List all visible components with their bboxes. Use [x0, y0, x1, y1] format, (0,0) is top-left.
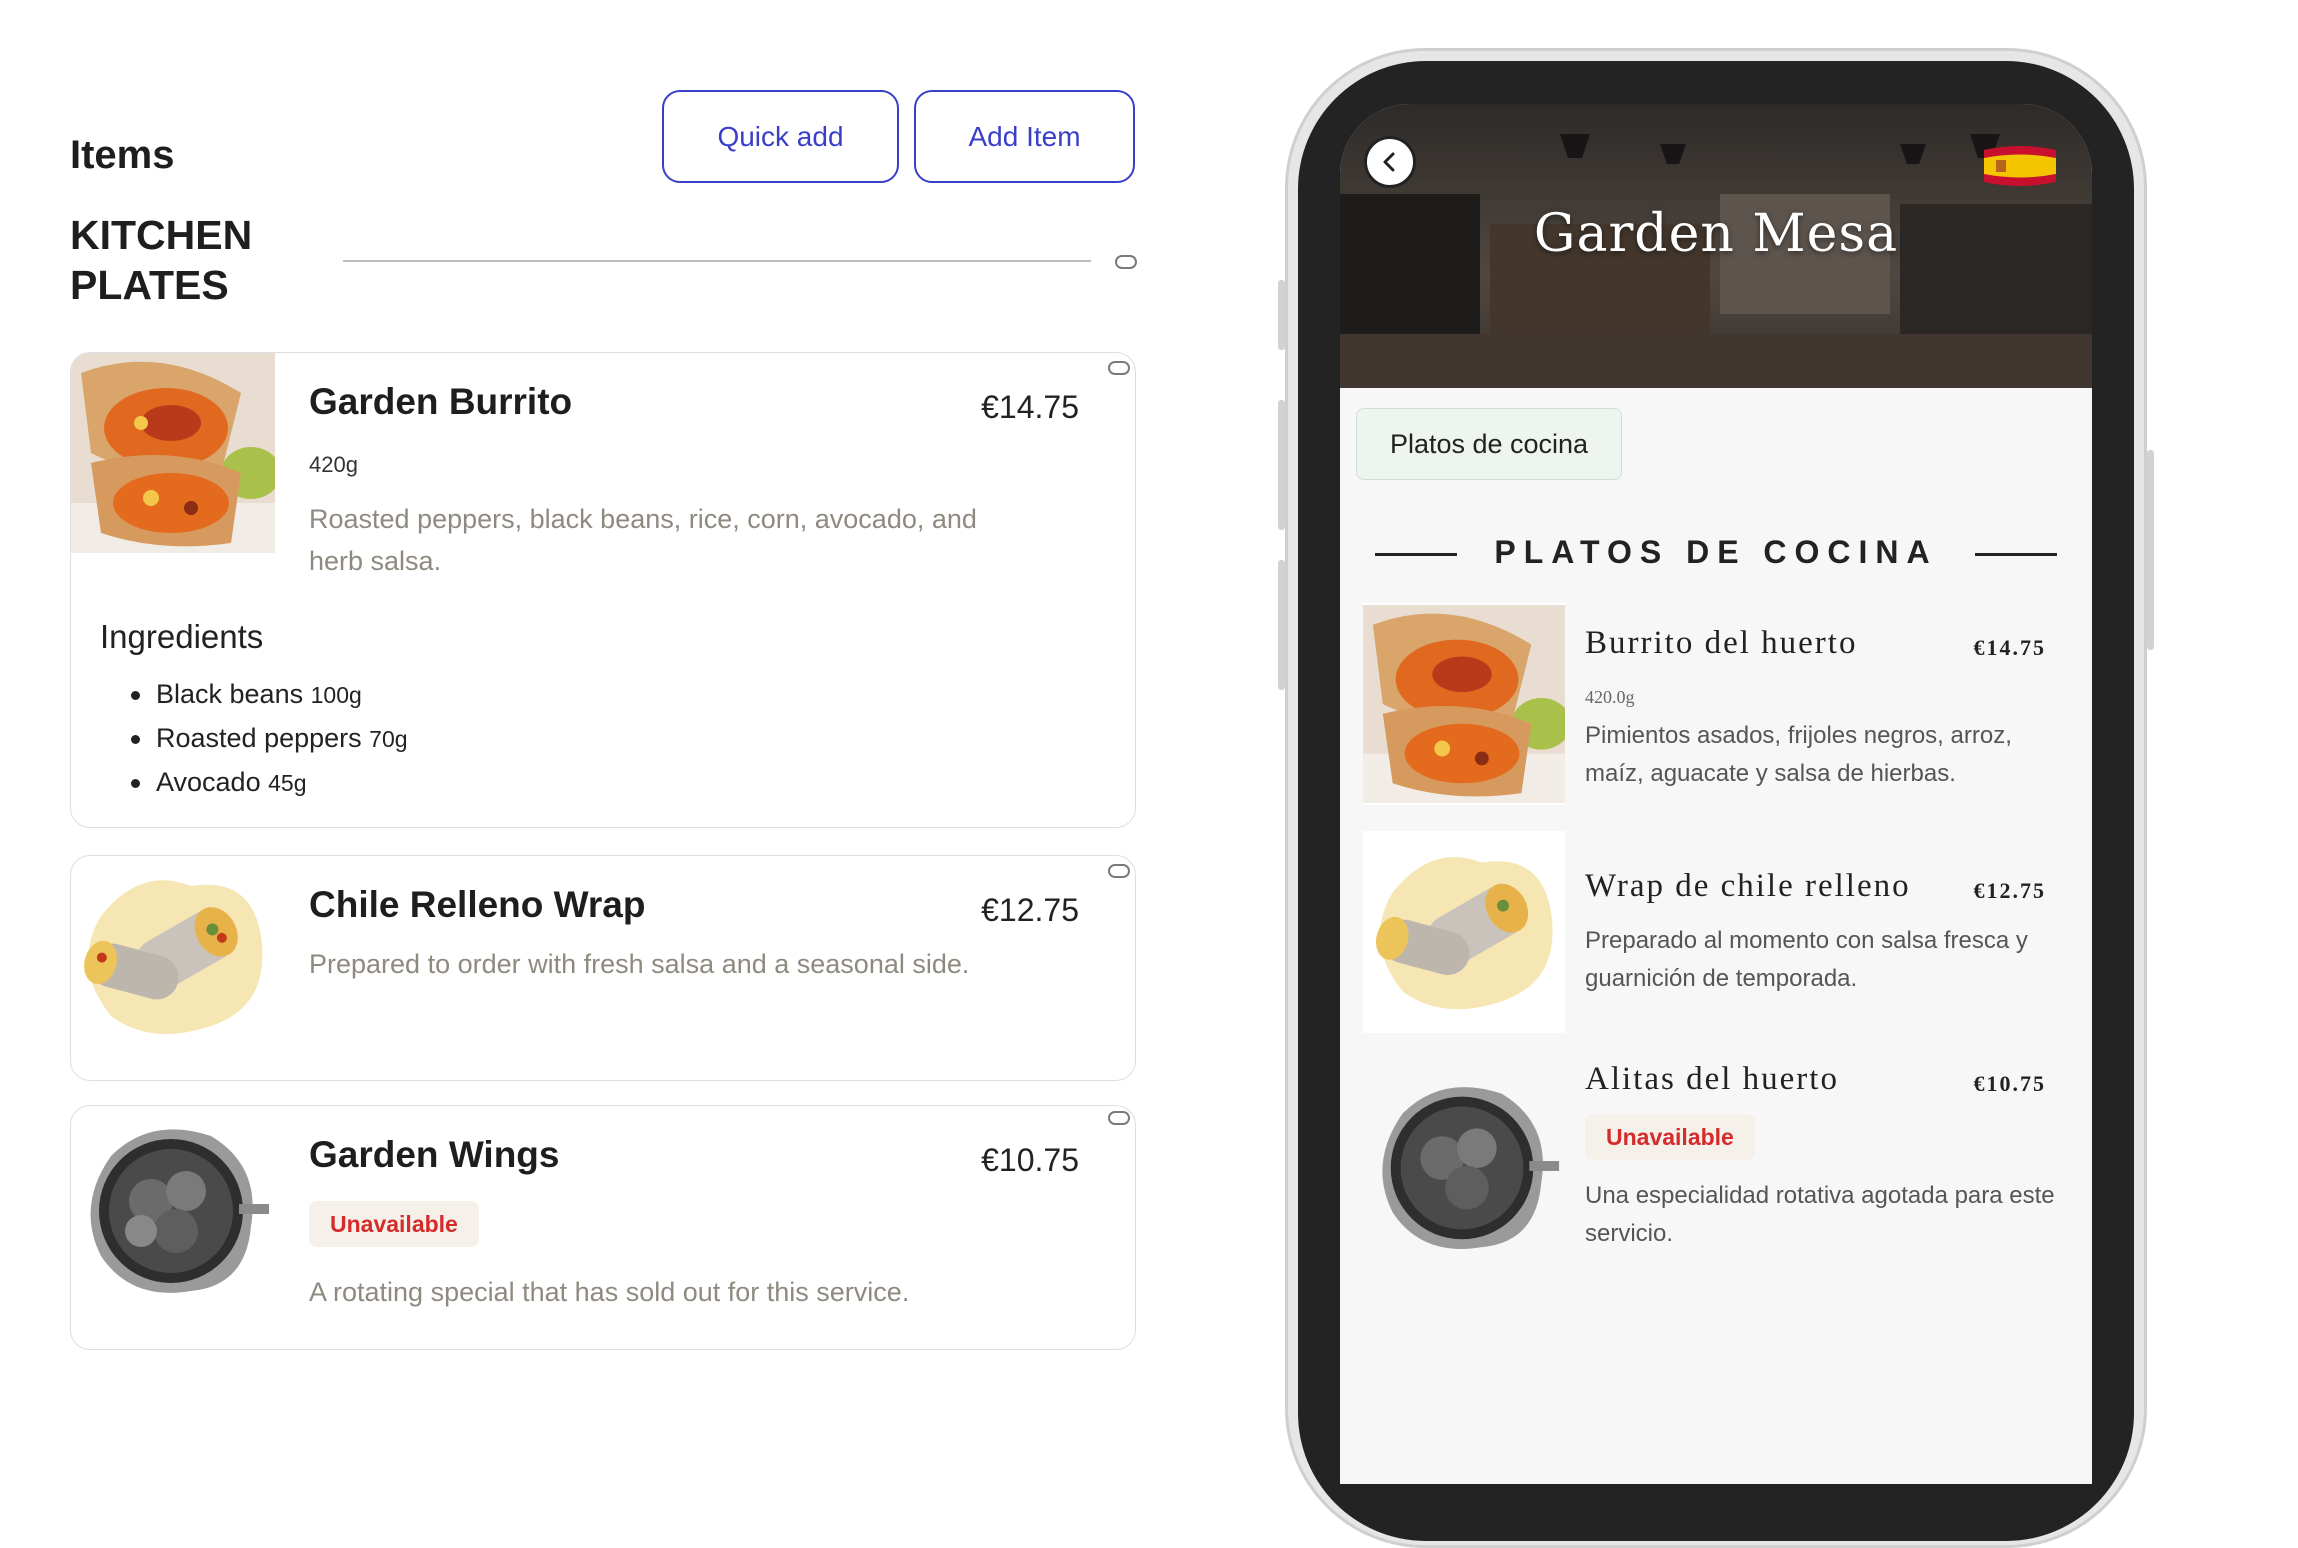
ingredient-name: Roasted peppers — [156, 723, 362, 753]
item-description: Roasted peppers, black beans, rice, corn… — [309, 504, 977, 576]
menu-item-price: €10.75 — [1973, 1071, 2046, 1096]
item-name: Garden Wings — [309, 1134, 560, 1175]
section-title: KITCHEN PLATES — [70, 210, 252, 310]
ingredients-list: Black beans 100g Roasted peppers 70g Avo… — [100, 673, 408, 805]
item-toggle-icon[interactable] — [1108, 1111, 1130, 1125]
menu-item-image — [1363, 1062, 1565, 1264]
unavailable-badge: Unavailable — [309, 1201, 479, 1247]
item-card-garden-burrito[interactable]: Garden Burrito €14.75 420g Roasted peppe… — [70, 352, 1136, 828]
menu-item-price: €14.75 — [1973, 635, 2046, 660]
menu-item-description: Pimientos asados, frijoles negros, arroz… — [1585, 722, 2012, 787]
menu-item-name: Wrap de chile relleno — [1585, 868, 1911, 904]
menu-item-description: Una especialidad rotativa agotada para e… — [1585, 1182, 2055, 1247]
ingredients-heading: Ingredients — [100, 618, 264, 655]
quick-add-button[interactable]: Quick add — [662, 90, 899, 183]
ingredient-name: Avocado — [156, 767, 261, 797]
phone-side-button — [1278, 280, 1285, 350]
item-weight: 420g — [309, 452, 358, 477]
category-chip[interactable]: Platos de cocina — [1356, 408, 1622, 480]
item-toggle-icon[interactable] — [1108, 864, 1130, 878]
items-admin-panel: Items Quick add Add Item KITCHEN PLATES … — [0, 0, 1180, 1464]
menu-item-image — [1363, 831, 1565, 1033]
add-item-button[interactable]: Add Item — [914, 90, 1135, 183]
item-name: Garden Burrito — [309, 381, 573, 422]
page-title: Items — [70, 133, 175, 177]
back-button[interactable] — [1364, 136, 1416, 188]
item-toggle-icon[interactable] — [1108, 361, 1130, 375]
section-divider — [343, 260, 1091, 262]
ingredient-item: Black beans 100g — [100, 673, 408, 717]
spain-flag-icon[interactable] — [1982, 142, 2058, 188]
phone-volume-down — [1278, 560, 1285, 690]
menu-item-image — [1363, 603, 1565, 805]
wings-image — [71, 1106, 275, 1306]
restaurant-name: Garden Mesa — [1533, 204, 1899, 264]
menu-item-price: €12.75 — [1973, 878, 2046, 903]
phone-screen: Garden Mesa Platos de cocina PLATOS DE C… — [1340, 104, 2092, 1484]
item-card-chile-relleno-wrap[interactable]: Chile Relleno Wrap €12.75 Prepared to or… — [70, 855, 1136, 1081]
section-title-line-1: KITCHEN — [70, 212, 253, 258]
menu-item-name: Burrito del huerto — [1585, 625, 1858, 661]
item-price: €12.75 — [981, 892, 1079, 928]
menu-item-description: Preparado al momento con salsa fresca y … — [1585, 927, 2028, 992]
item-description: A rotating special that has sold out for… — [309, 1277, 910, 1307]
ingredient-item: Avocado 45g — [100, 761, 408, 805]
unavailable-badge: Unavailable — [1585, 1114, 1755, 1160]
burrito-image — [71, 353, 275, 553]
chevron-left-icon — [1383, 152, 1395, 172]
ingredient-amount: 45g — [268, 770, 307, 796]
item-price: €14.75 — [981, 389, 1079, 425]
item-name: Chile Relleno Wrap — [309, 884, 646, 925]
wrap-image — [71, 856, 275, 1056]
item-description: Prepared to order with fresh salsa and a… — [309, 949, 970, 979]
phone-power-button — [2147, 450, 2154, 650]
menu-item-weight: 420.0g — [1585, 687, 1635, 707]
ingredient-item: Roasted peppers 70g — [100, 717, 408, 761]
section-title-line-2: PLATES — [70, 262, 229, 308]
ingredient-amount: 100g — [310, 682, 362, 708]
section-toggle-icon[interactable] — [1115, 255, 1137, 269]
phone-volume-up — [1278, 400, 1285, 530]
item-card-garden-wings[interactable]: Garden Wings €10.75 Unavailable A rotati… — [70, 1105, 1136, 1350]
menu-item-name: Alitas del huerto — [1585, 1061, 1839, 1097]
heading-rule-right — [1975, 553, 2057, 556]
ingredient-name: Black beans — [156, 679, 304, 709]
ingredient-amount: 70g — [369, 726, 408, 752]
item-price: €10.75 — [981, 1142, 1079, 1178]
